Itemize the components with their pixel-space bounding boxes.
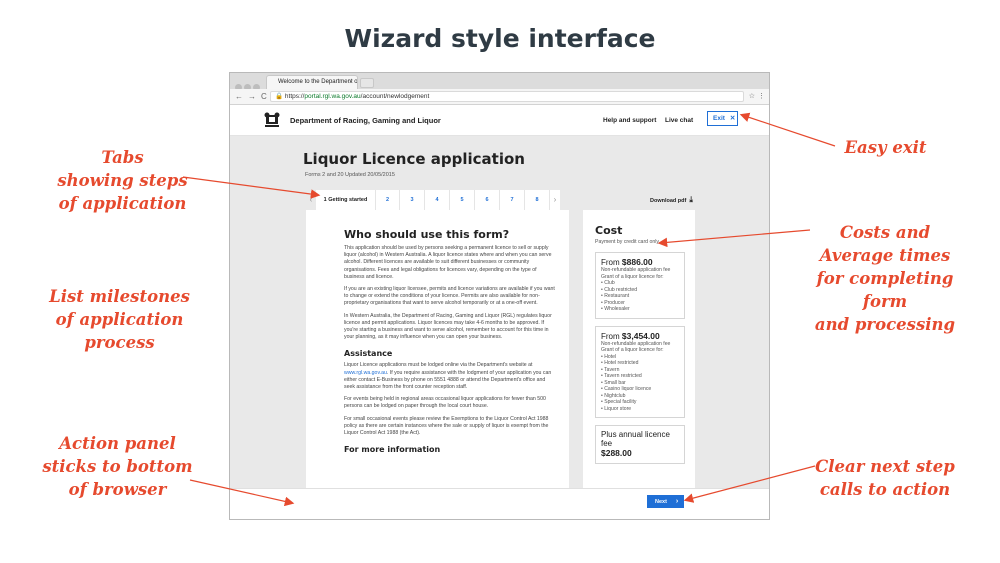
slide: Wizard style interface Tabs showing step… (0, 0, 1000, 563)
arrow (739, 112, 836, 147)
arrow (657, 229, 811, 248)
arrow (189, 479, 295, 507)
arrow (182, 176, 321, 199)
arrow (683, 465, 816, 503)
annotation-arrows (182, 112, 836, 507)
